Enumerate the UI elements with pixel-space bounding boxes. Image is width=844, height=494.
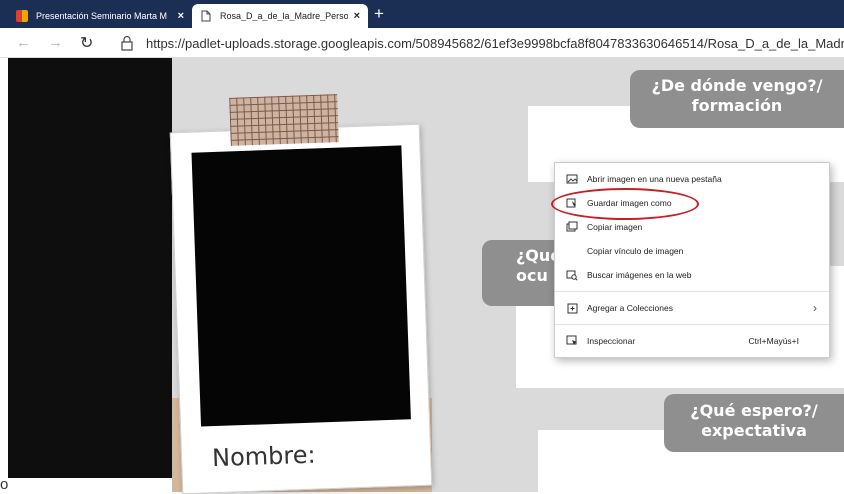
collections-icon <box>566 302 578 314</box>
copy-image-icon <box>566 221 578 233</box>
tab-title: Presentación Seminario Marta M <box>36 11 168 21</box>
heading-line: ¿Qué <box>516 246 562 265</box>
open-image-icon <box>566 173 578 185</box>
lock-icon[interactable] <box>120 35 134 51</box>
address-bar: ← → ↻ https://padlet-uploads.storage.goo… <box>0 28 844 58</box>
polaroid-frame: Nombre: <box>169 123 433 494</box>
menu-item-label: Copiar vínculo de imagen <box>587 246 684 256</box>
heading-line: ¿Qué espero?/ <box>690 401 818 420</box>
dark-side-panel <box>8 58 172 478</box>
menu-item-label: Buscar imágenes en la web <box>587 270 692 280</box>
menu-item-inspect[interactable]: Inspeccionar Ctrl+Mayús+I <box>555 329 829 353</box>
back-arrow-icon[interactable]: ← <box>16 34 31 51</box>
tab-presentacion[interactable]: Presentación Seminario Marta M × <box>8 4 192 28</box>
menu-separator <box>555 324 829 325</box>
page-icon <box>200 10 212 22</box>
menu-item-add-to-collections[interactable]: Agregar a Colecciones › <box>555 296 829 320</box>
close-icon[interactable]: × <box>354 10 360 22</box>
heading-line: ocu <box>516 266 548 285</box>
menu-separator <box>555 291 829 292</box>
washi-tape <box>229 94 339 146</box>
heading-ribbon-origin: ¿De dónde vengo?/ formación <box>630 70 844 128</box>
menu-item-save-image-as[interactable]: Guardar imagen como <box>555 191 829 215</box>
menu-item-copy-image[interactable]: Copiar imagen <box>555 215 829 239</box>
new-tab-button[interactable]: + <box>374 3 384 25</box>
heading-ribbon-occupation: ¿Qué ocu <box>482 240 562 306</box>
name-label: Nombre: <box>211 440 317 473</box>
heading-line: ¿De dónde vengo?/ <box>651 76 823 95</box>
menu-item-label: Inspeccionar <box>587 336 636 346</box>
menu-item-search-web-images[interactable]: Buscar imágenes en la web <box>555 263 829 287</box>
close-icon[interactable]: × <box>178 10 184 22</box>
shortcut-label: Ctrl+Mayús+I <box>748 336 799 346</box>
inspect-icon <box>566 335 578 347</box>
menu-item-label: Abrir imagen en una nueva pestaña <box>587 174 722 184</box>
heading-ribbon-expectations: ¿Qué espero?/ expectativa <box>664 394 844 452</box>
forward-arrow-icon[interactable]: → <box>48 34 63 51</box>
menu-item-label: Agregar a Colecciones <box>587 303 673 313</box>
heading-line: formación <box>691 96 783 115</box>
reload-icon[interactable]: ↻ <box>80 33 93 53</box>
context-menu: Abrir imagen en una nueva pestaña Guarda… <box>554 162 830 358</box>
menu-item-open-image-new-tab[interactable]: Abrir imagen en una nueva pestaña <box>555 167 829 191</box>
save-image-icon <box>566 197 578 209</box>
url-input[interactable]: https://padlet-uploads.storage.googleapi… <box>146 36 844 51</box>
search-images-icon <box>566 269 578 281</box>
menu-item-copy-image-link[interactable]: Copiar vínculo de imagen <box>555 239 829 263</box>
photo-placeholder <box>191 145 411 427</box>
heading-line: expectativa <box>701 421 807 440</box>
chevron-right-icon: › <box>813 301 817 315</box>
tab-bar: Presentación Seminario Marta M × Rosa_D_… <box>0 0 844 28</box>
tab-rosa-image[interactable]: Rosa_D_a_de_la_Madre_Personal × <box>192 4 368 28</box>
menu-item-label: Guardar imagen como <box>587 198 672 208</box>
menu-item-label: Copiar imagen <box>587 222 643 232</box>
tab-title: Rosa_D_a_de_la_Madre_Personal <box>220 11 348 21</box>
windows-colored-icon <box>16 10 28 22</box>
stray-character: o <box>0 476 9 493</box>
